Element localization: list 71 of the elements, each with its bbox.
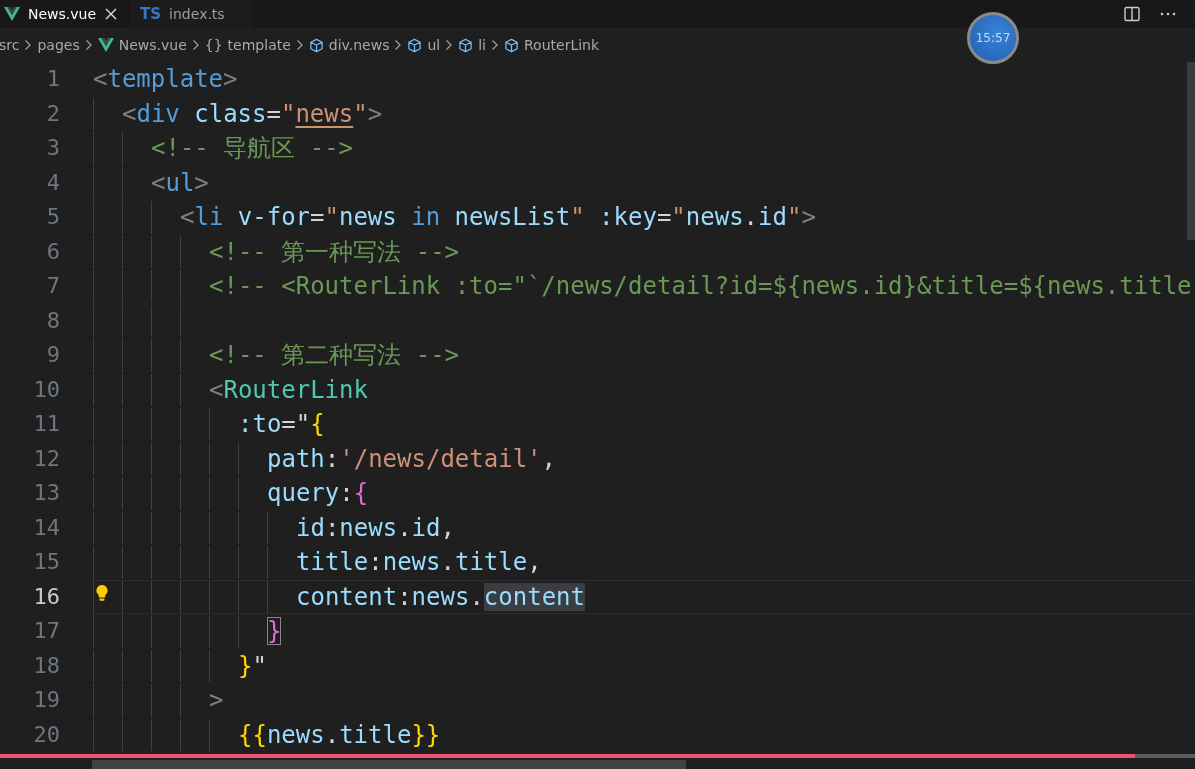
split-editor-icon[interactable] — [1123, 5, 1141, 23]
scrollbar[interactable] — [1187, 62, 1195, 240]
line-number: 13 — [32, 479, 60, 507]
code-line: <li v-for="news in newsList" :key="news.id"> — [180, 202, 816, 233]
chevron-icon — [491, 39, 499, 51]
chevron-icon — [191, 39, 200, 51]
line-number: 4 — [45, 168, 60, 197]
code-line: title:news.title, — [296, 547, 542, 578]
file-type-label: TS — [140, 5, 162, 23]
line-number: 3 — [45, 134, 60, 162]
scrollbar[interactable] — [92, 760, 686, 769]
line-number: 16 — [32, 582, 60, 611]
line-number: 14 — [32, 513, 60, 542]
line-number: 10 — [32, 375, 60, 404]
line-number: 8 — [45, 306, 60, 335]
breadcrumb-item[interactable]: template — [227, 37, 291, 53]
code-line: } — [267, 616, 282, 647]
code-line: :to="{ — [238, 409, 325, 440]
code-line: }" — [238, 650, 267, 681]
code-line: id:news.id, — [296, 512, 455, 543]
code-line: <ul> — [151, 167, 209, 198]
chevron-icon — [295, 39, 304, 51]
breadcrumb-item[interactable]: ul — [427, 37, 441, 53]
line-number: 18 — [32, 651, 60, 680]
code-line: path:'/news/detail', — [267, 443, 556, 474]
code-line: {{news.title}} — [238, 719, 441, 750]
tab-label: index.ts — [169, 6, 225, 22]
chevron-icon — [84, 39, 93, 51]
line-number: 5 — [45, 203, 60, 231]
code-line: <!-- <RouterLink :to="`/news/detail?id=${news.id}&title=${news.title — [209, 271, 1192, 302]
breadcrumb-item[interactable]: src — [0, 37, 20, 53]
cube-icon — [458, 37, 474, 53]
line-number: 1 — [45, 65, 60, 93]
code-line: <div class="news"> — [122, 98, 383, 129]
code-line: <RouterLink — [209, 374, 368, 405]
line-number: 19 — [32, 686, 60, 714]
cube-icon — [407, 37, 423, 53]
cube-icon — [308, 37, 324, 53]
breadcrumb-item[interactable]: News.vue — [118, 37, 187, 53]
line-number: 7 — [45, 272, 60, 300]
breadcrumb-item[interactable]: li — [478, 37, 486, 53]
line-number: 20 — [32, 720, 60, 749]
code-line: content:news.content — [296, 581, 585, 612]
braces-icon: {} — [204, 37, 223, 53]
line-number: 6 — [45, 237, 60, 266]
vue-logo-icon — [97, 38, 114, 52]
line-number: 15 — [32, 548, 60, 576]
clock-time: 15:57 — [975, 31, 1011, 45]
code-line: query:{ — [267, 478, 369, 509]
vue-logo-icon — [4, 7, 20, 21]
breadcrumb-item[interactable]: pages — [37, 37, 80, 53]
line-number: 17 — [32, 617, 60, 645]
cube-icon — [504, 37, 519, 53]
code-line: <!-- 第一种写法 --> — [209, 236, 460, 267]
code-line: <!-- 第二种写法 --> — [209, 340, 460, 371]
code-line: > — [209, 685, 224, 716]
chevron-icon — [24, 39, 33, 51]
line-number: 11 — [32, 410, 60, 438]
code-line: <!-- 导航区 --> — [151, 133, 354, 164]
tab[interactable]: TS index.ts — [130, 0, 253, 28]
breadcrumb-item[interactable]: RouterLink — [524, 37, 600, 53]
close-icon — [104, 7, 119, 21]
line-number: 12 — [32, 444, 60, 473]
chevron-icon — [445, 39, 454, 51]
code-line: <template> — [93, 64, 238, 95]
tab-label: News.vue — [28, 6, 97, 22]
breadcrumb-item[interactable]: div.news — [328, 37, 390, 53]
lightbulb-icon[interactable] — [95, 583, 109, 602]
line-number: 2 — [45, 99, 60, 128]
line-number: 9 — [45, 341, 60, 369]
chevron-icon — [394, 39, 403, 51]
